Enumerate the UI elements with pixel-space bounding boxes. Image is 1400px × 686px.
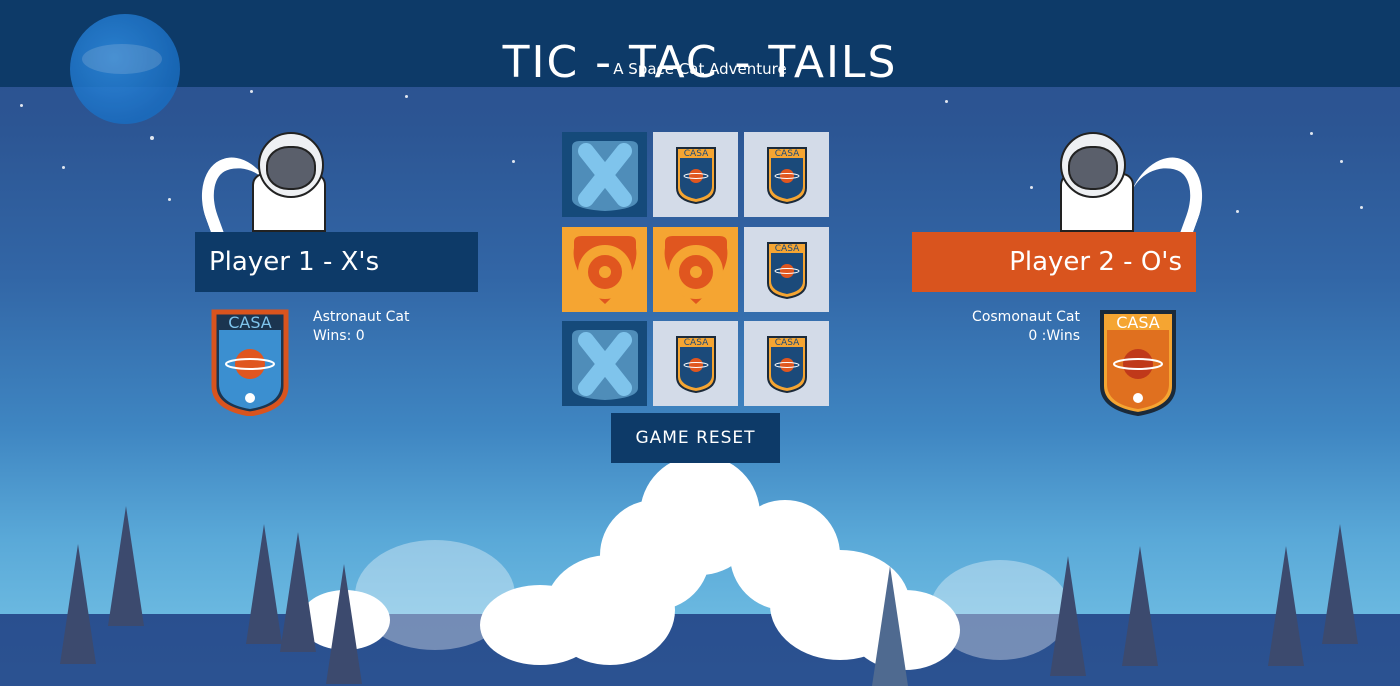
- casa-badge-text: CASA: [774, 149, 799, 159]
- board-cell-1[interactable]: CASA: [653, 132, 738, 217]
- casa-badge-text: CASA: [683, 338, 708, 348]
- board-cell-7[interactable]: CASA: [653, 321, 738, 406]
- casa-badge-text: CASA: [774, 338, 799, 348]
- o-mark-icon: [573, 235, 636, 304]
- player2-wins: 0 :Wins: [1028, 328, 1080, 344]
- page-subtitle: A Space Cat Adventure: [613, 60, 787, 78]
- player2-label: Player 2 - O's: [912, 232, 1196, 292]
- x-mark-icon: [571, 329, 638, 400]
- game-reset-button[interactable]: GAME RESET: [611, 413, 780, 463]
- cosmonaut-cat-image: [1058, 132, 1216, 268]
- o-mark-icon: [664, 235, 727, 304]
- casa-badge-icon: CASA: [766, 146, 807, 204]
- player1-label: Player 1 - X's: [195, 232, 478, 292]
- player1-badge-text: CASA: [228, 313, 272, 332]
- board-cell-5[interactable]: CASA: [744, 227, 829, 312]
- board-cell-3[interactable]: [562, 227, 647, 312]
- game-board: CASA CASA CASA CASA CASA: [562, 132, 829, 407]
- casa-badge-icon: CASA: [766, 241, 807, 299]
- player2-info: Cosmonaut Cat 0 :Wins: [930, 308, 1080, 346]
- board-cell-6[interactable]: [562, 321, 647, 406]
- astronaut-cat-image: [188, 132, 326, 268]
- board-cell-2[interactable]: CASA: [744, 132, 829, 217]
- player2-casa-badge: CASA: [1098, 308, 1178, 417]
- casa-badge-icon: CASA: [766, 335, 807, 393]
- casa-badge-text: CASA: [774, 244, 799, 254]
- board-cell-4[interactable]: [653, 227, 738, 312]
- player1-info: Astronaut Cat Wins: 0: [313, 308, 409, 346]
- x-mark-icon: [571, 140, 638, 211]
- board-cell-0[interactable]: [562, 132, 647, 217]
- casa-badge-icon: CASA: [675, 146, 716, 204]
- casa-badge-text: CASA: [683, 149, 708, 159]
- casa-badge-icon: CASA: [675, 335, 716, 393]
- player2-name: Cosmonaut Cat: [972, 309, 1080, 325]
- player1-name: Astronaut Cat: [313, 309, 410, 325]
- board-cell-8[interactable]: CASA: [744, 321, 829, 406]
- player1-casa-badge: CASA: [210, 308, 290, 417]
- player1-wins: Wins: 0: [313, 328, 365, 344]
- player2-badge-text: CASA: [1116, 313, 1160, 332]
